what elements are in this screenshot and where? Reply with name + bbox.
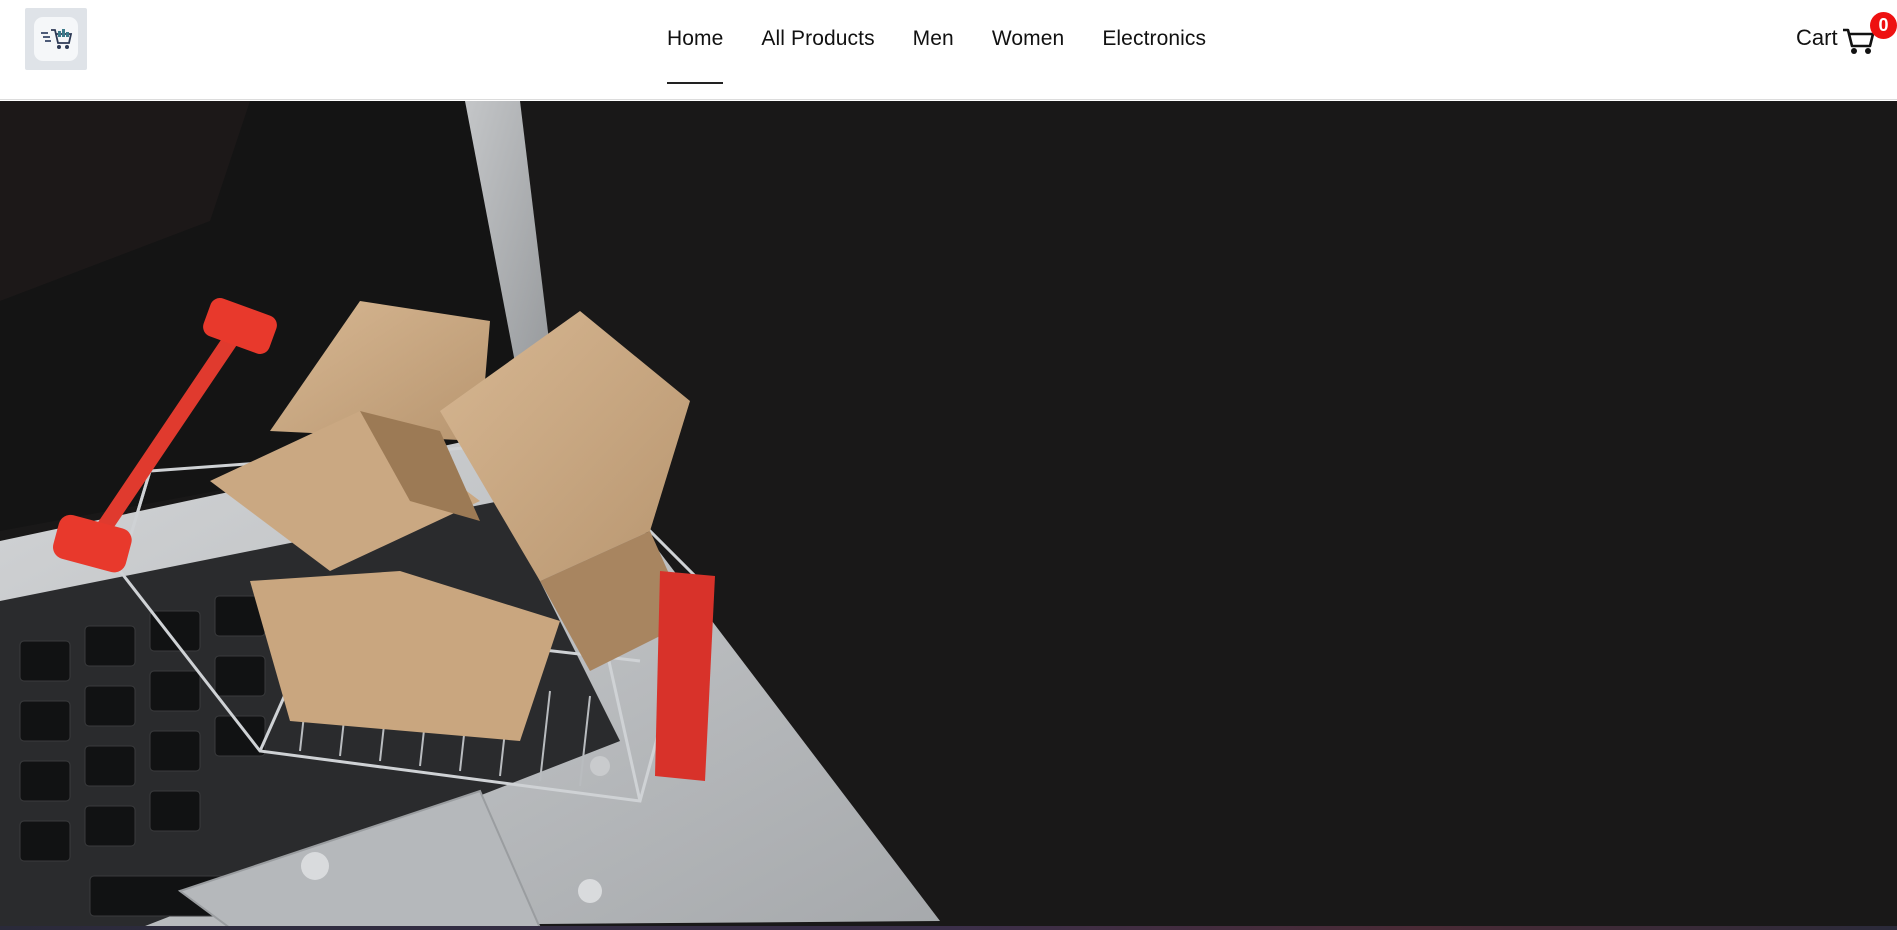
main-nav: Home All Products Men Women Electronics: [667, 24, 1206, 84]
cart-button[interactable]: Cart: [1796, 20, 1876, 56]
cart-count-badge: 0: [1870, 12, 1897, 39]
hero-banner: [0, 101, 1897, 928]
nav-men[interactable]: Men: [913, 24, 954, 54]
shopping-cart-logo-icon: [34, 17, 78, 61]
site-logo[interactable]: [25, 8, 87, 70]
shopping-cart-with-boxes-on-laptop-photo: [0, 101, 940, 928]
footer-edge: [0, 926, 1897, 930]
nav-home[interactable]: Home: [667, 24, 724, 84]
cart-label: Cart: [1796, 25, 1838, 50]
nav-women[interactable]: Women: [992, 24, 1064, 54]
nav-electronics[interactable]: Electronics: [1102, 24, 1206, 54]
nav-all-products[interactable]: All Products: [761, 24, 874, 54]
navbar: Home All Products Men Women Electronics …: [0, 0, 1897, 100]
